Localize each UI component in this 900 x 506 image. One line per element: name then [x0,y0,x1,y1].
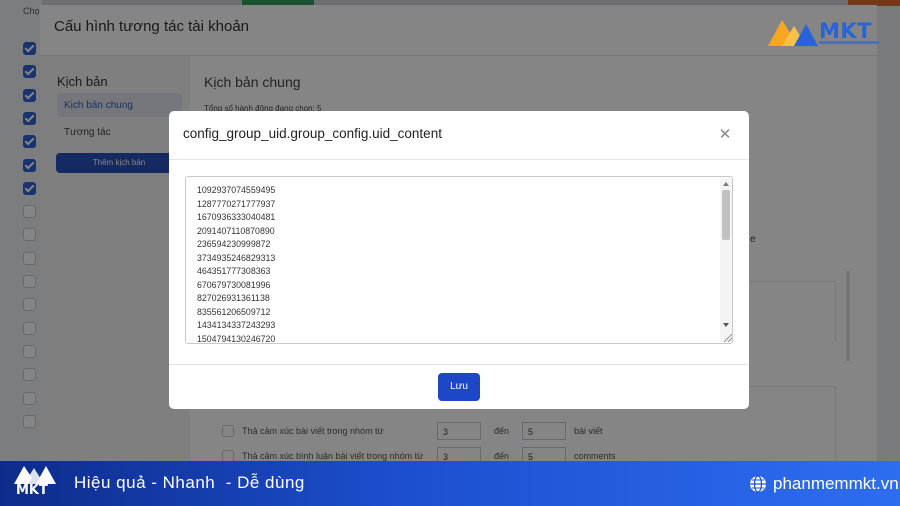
brand-logo: MKT [12,464,58,504]
uid-list: 1092937074559495 1287770271777937 16709363… [197,184,276,344]
mkt-logo-text: MKT [819,19,872,43]
dialog-header-divider [169,159,749,160]
dialog-footer-divider [169,364,749,365]
scroll-down-icon[interactable] [723,323,729,327]
uid-line: 1092937074559495 [197,185,276,195]
save-button[interactable]: Lưu [438,373,480,401]
brand-website[interactable]: phanmemmkt.vn [773,474,899,494]
uid-content-dialog: config_group_uid.group_config.uid_conten… [169,111,749,409]
uid-line: 1434134337243293 [197,320,276,330]
scroll-up-icon[interactable] [723,182,729,186]
mkt-logo-mark [768,20,818,46]
uid-line: 2091407110870890 [197,225,275,236]
brand-slogan: Hiệu quả - Nhanh - Dễ dùng [74,473,305,492]
uid-line: 1504794130246720 [197,333,276,344]
uid-line: 827026931361138 [197,293,270,303]
dialog-title: config_group_uid.group_config.uid_conten… [183,126,442,141]
brand-bar: MKT Hiệu quả - Nhanh - Dễ dùng phanmemmk… [0,461,900,506]
uid-line: 236594230999872 [197,239,271,249]
globe-icon [750,475,766,493]
scroll-thumb[interactable] [722,190,730,240]
uid-line: 835561206509712 [197,306,271,317]
resize-handle-icon[interactable] [724,334,732,342]
uid-textarea[interactable]: 1092937074559495 1287770271777937 16709363… [185,176,733,344]
close-icon[interactable]: ✕ [714,124,736,146]
brand-logo-text: MKT [16,483,48,498]
mkt-logo: MKT [766,14,879,54]
uid-line: 464351777308363 [197,266,271,276]
uid-line: 1670936333040481 [197,212,276,222]
uid-line: 1287770271777937 [197,198,276,209]
mkt-logo-tagline [819,41,879,44]
uid-line: 670679730081996 [197,279,271,290]
uid-line: 3734935246829313 [197,252,276,263]
textarea-scrollbar[interactable] [720,178,732,342]
